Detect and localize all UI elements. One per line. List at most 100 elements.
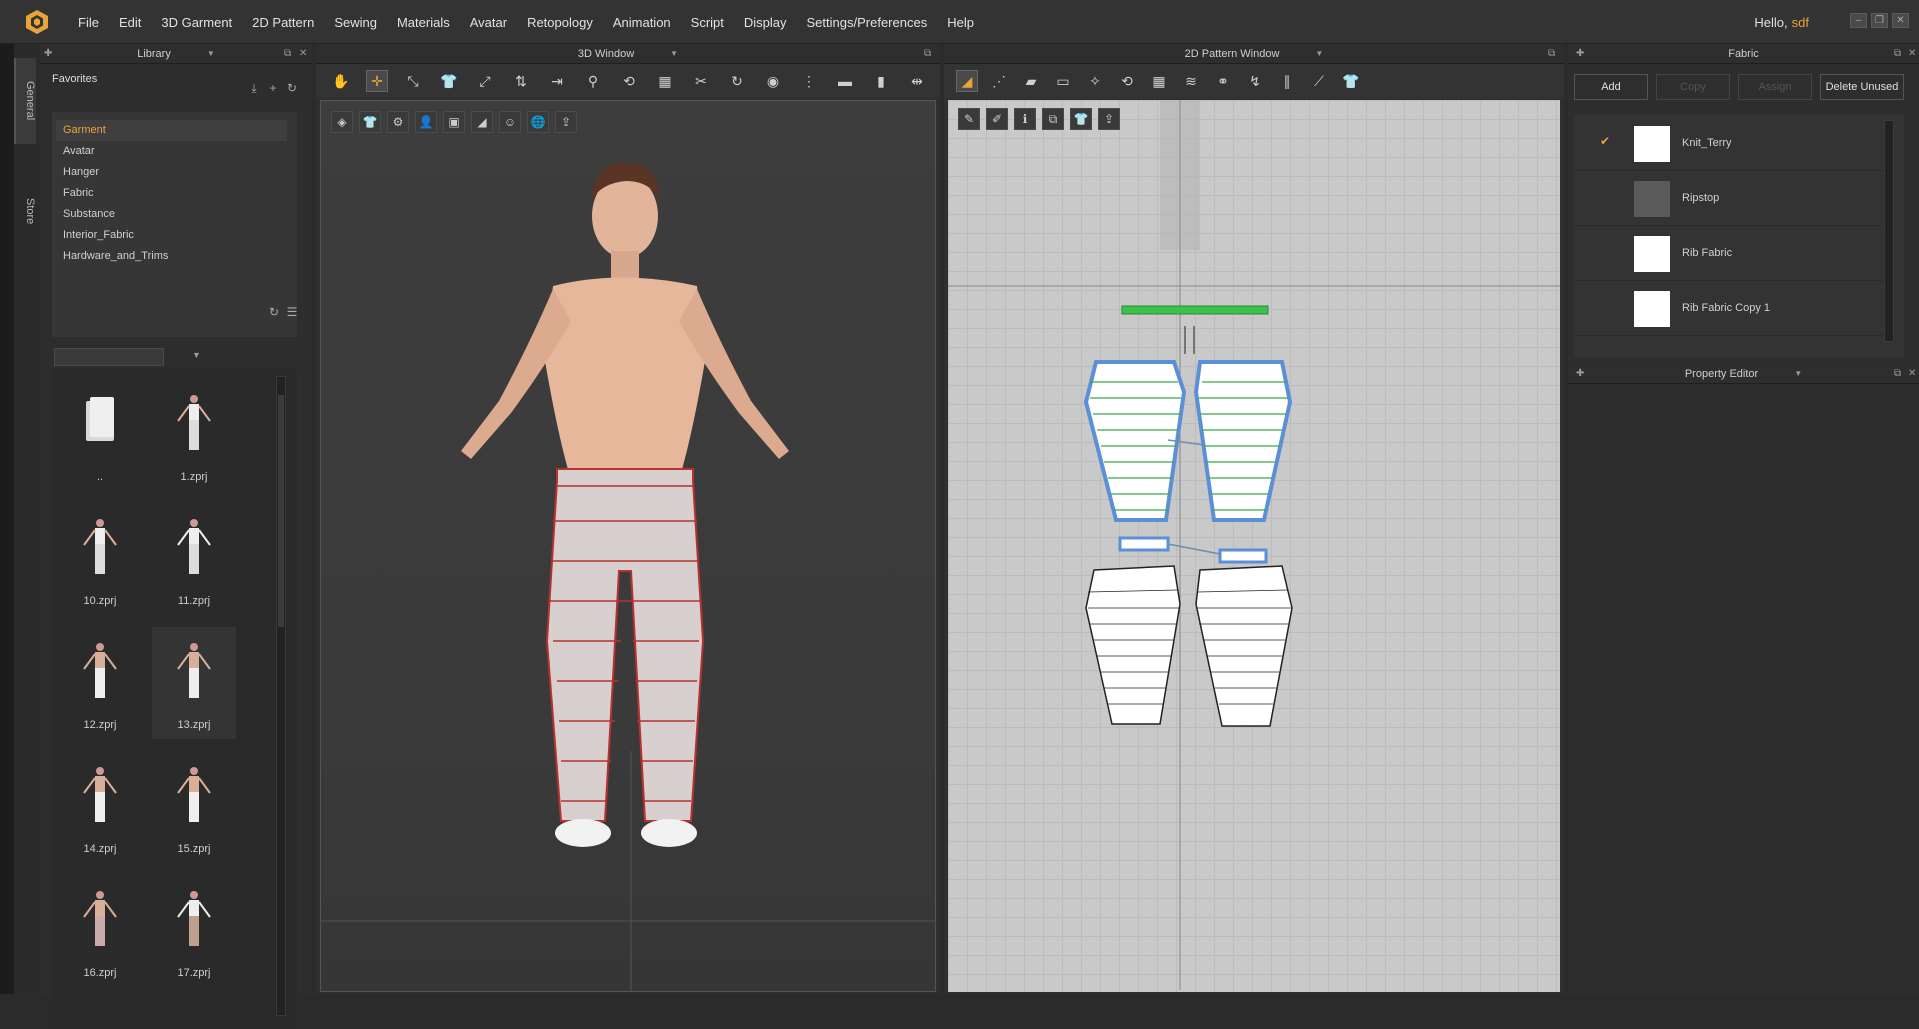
refresh-icon[interactable]: ↻: [266, 304, 282, 320]
transform-icon[interactable]: ⇹: [906, 70, 928, 92]
tab-store[interactable]: Store: [14, 176, 36, 246]
polygon-icon[interactable]: ▰: [1020, 70, 1042, 92]
edit-point-icon[interactable]: ⋰: [988, 70, 1010, 92]
thumb-11[interactable]: 11.zprj: [152, 503, 236, 615]
menu-materials[interactable]: Materials: [387, 15, 460, 30]
menu-edit[interactable]: Edit: [109, 15, 151, 30]
chevron-down-icon[interactable]: ▼: [207, 49, 215, 58]
restore-icon[interactable]: ❐: [1871, 13, 1888, 28]
chevron-down-icon[interactable]: ▼: [1794, 369, 1802, 378]
filter-dropdown-icon[interactable]: ▼: [192, 350, 201, 360]
tape-icon[interactable]: ▬: [834, 70, 856, 92]
measure-icon[interactable]: ▮: [870, 70, 892, 92]
tree-item-avatar[interactable]: Avatar: [56, 141, 287, 162]
select-move-icon[interactable]: ✛: [366, 70, 388, 92]
line-icon[interactable]: ⟋: [1308, 70, 1330, 92]
internal-shape-icon[interactable]: ✧: [1084, 70, 1106, 92]
float-icon[interactable]: ⧉: [284, 48, 291, 59]
pin-icon[interactable]: ✚: [44, 48, 52, 59]
2d-viewport[interactable]: ✎ ✐ ℹ ⧉ 👕 ⇪: [944, 100, 1560, 992]
panel-close-icon[interactable]: ✕: [1908, 368, 1916, 379]
grid-icon[interactable]: ▦: [1148, 70, 1170, 92]
trace-icon[interactable]: ⟲: [1116, 70, 1138, 92]
library-scrollbar[interactable]: [276, 376, 286, 1016]
add-button[interactable]: Add: [1574, 74, 1648, 100]
edit-pattern-icon[interactable]: ◢: [956, 70, 978, 92]
stitch-icon[interactable]: ↻: [726, 70, 748, 92]
copy-button[interactable]: Copy: [1656, 74, 1730, 100]
elastic-icon[interactable]: ∥: [1276, 70, 1298, 92]
thumb-17[interactable]: 17.zprj: [152, 875, 236, 987]
tree-item-hanger[interactable]: Hanger: [56, 162, 287, 183]
button-icon[interactable]: ◉: [762, 70, 784, 92]
library-search-input[interactable]: [54, 348, 164, 366]
shirt-fold-icon[interactable]: ⇅: [510, 70, 532, 92]
trace-icon[interactable]: ⟲: [618, 70, 640, 92]
chevron-down-icon[interactable]: ▼: [1315, 49, 1323, 58]
thumb-15[interactable]: 15.zprj: [152, 751, 236, 863]
tab-general[interactable]: General: [14, 58, 36, 144]
thumb-parent-folder[interactable]: ..: [58, 379, 142, 491]
pin-tool-icon[interactable]: ⤢: [474, 70, 496, 92]
clo-logo-icon[interactable]: [22, 8, 52, 36]
thumb-13[interactable]: 13.zprj: [152, 627, 236, 739]
3d-viewport[interactable]: ◈ 👕 ⚙ 👤 ▣ ◢ ☺ 🌐 ⇪: [320, 100, 936, 992]
scrollbar-thumb[interactable]: [278, 395, 284, 627]
thumb-10[interactable]: 10.zprj: [58, 503, 142, 615]
zipper-icon[interactable]: ⋮: [798, 70, 820, 92]
fabric-item[interactable]: Rib Fabric Copy 1: [1574, 281, 1892, 336]
grid-icon[interactable]: ▦: [654, 70, 676, 92]
fold-icon[interactable]: ≋: [1180, 70, 1202, 92]
sew-free-icon[interactable]: ↯: [1244, 70, 1266, 92]
float-icon[interactable]: ⧉: [924, 48, 931, 59]
float-icon[interactable]: ⧉: [1894, 368, 1901, 379]
fabric-item[interactable]: ✔ Knit_Terry: [1574, 116, 1892, 171]
panel-close-icon[interactable]: ✕: [1908, 48, 1916, 59]
fold-arrange-icon[interactable]: ⇥: [546, 70, 568, 92]
menu-avatar[interactable]: Avatar: [460, 15, 517, 30]
pin-icon[interactable]: ✚: [1576, 368, 1584, 379]
shirt-icon[interactable]: 👕: [1340, 70, 1362, 92]
menu-animation[interactable]: Animation: [603, 15, 681, 30]
thumb-14[interactable]: 14.zprj: [58, 751, 142, 863]
refresh-icon[interactable]: ↻: [284, 80, 300, 96]
list-view-icon[interactable]: ☰: [284, 304, 300, 320]
panel-close-icon[interactable]: ✕: [299, 48, 307, 59]
username[interactable]: sdf: [1792, 15, 1809, 30]
menu-script[interactable]: Script: [681, 15, 734, 30]
close-icon[interactable]: ✕: [1892, 13, 1909, 28]
thumb-16[interactable]: 16.zprj: [58, 875, 142, 987]
thumb-1[interactable]: 1.zprj: [152, 379, 236, 491]
sew-segment-icon[interactable]: ⚭: [1212, 70, 1234, 92]
menu-display[interactable]: Display: [734, 15, 797, 30]
menu-help[interactable]: Help: [937, 15, 984, 30]
assign-button[interactable]: Assign: [1738, 74, 1812, 100]
avatar-tool-icon[interactable]: ⚲: [582, 70, 604, 92]
menu-file[interactable]: File: [68, 15, 109, 30]
select-mesh-icon[interactable]: ⤡: [402, 70, 424, 92]
minimize-icon[interactable]: –: [1850, 13, 1867, 28]
menu-3d-garment[interactable]: 3D Garment: [151, 15, 242, 30]
tree-item-substance[interactable]: Substance: [56, 204, 287, 225]
menu-sewing[interactable]: Sewing: [324, 15, 387, 30]
sewing-icon[interactable]: ✂: [690, 70, 712, 92]
menu-retopology[interactable]: Retopology: [517, 15, 603, 30]
fabric-item[interactable]: Rib Fabric: [1574, 226, 1892, 281]
delete-unused-button[interactable]: Delete Unused: [1820, 74, 1904, 100]
add-icon[interactable]: +: [265, 80, 281, 96]
chevron-down-icon[interactable]: ▼: [670, 49, 678, 58]
menu-settings[interactable]: Settings/Preferences: [797, 15, 938, 30]
thumb-12[interactable]: 12.zprj: [58, 627, 142, 739]
tree-item-garment[interactable]: Garment: [56, 120, 287, 141]
garment-icon[interactable]: 👕: [438, 70, 460, 92]
tree-item-hardware[interactable]: Hardware_and_Trims: [56, 246, 287, 267]
float-icon[interactable]: ⧉: [1548, 48, 1555, 59]
float-icon[interactable]: ⧉: [1894, 48, 1901, 59]
fabric-item[interactable]: Ripstop: [1574, 171, 1892, 226]
hand-tool-icon[interactable]: ✋: [330, 70, 352, 92]
pin-icon[interactable]: ✚: [1576, 48, 1584, 59]
tree-item-interior-fabric[interactable]: Interior_Fabric: [56, 225, 287, 246]
menu-2d-pattern[interactable]: 2D Pattern: [242, 15, 324, 30]
tree-item-fabric[interactable]: Fabric: [56, 183, 287, 204]
rectangle-icon[interactable]: ▭: [1052, 70, 1074, 92]
